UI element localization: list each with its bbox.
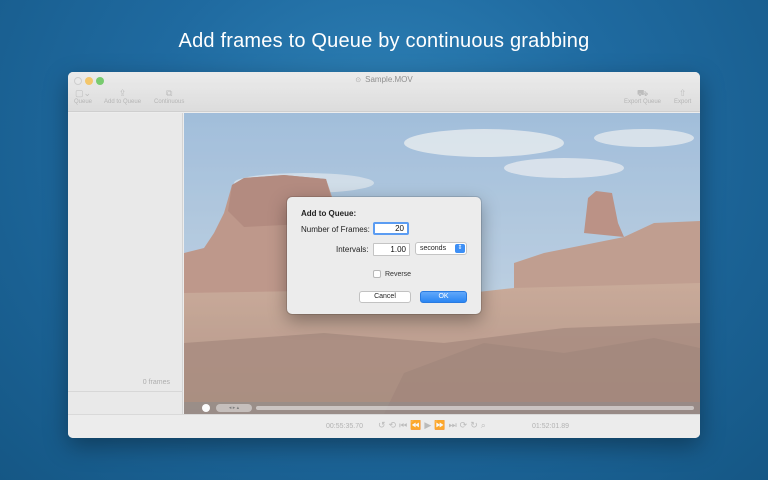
dialog-title: Add to Queue: bbox=[301, 209, 357, 218]
reverse-label: Reverse bbox=[385, 270, 412, 278]
updown-arrows-icon: ⇕ bbox=[455, 244, 465, 253]
intervals-field[interactable] bbox=[373, 243, 410, 256]
frames-label: Number of Frames: bbox=[301, 225, 370, 234]
page-headline: Add frames to Queue by continuous grabbi… bbox=[178, 30, 590, 52]
add-to-queue-dialog: Add to Queue: Number of Frames: Interval… bbox=[287, 197, 481, 314]
interval-unit-value: seconds bbox=[420, 245, 447, 252]
frames-field[interactable] bbox=[373, 222, 409, 235]
interval-unit-select[interactable]: seconds ⇕ bbox=[415, 242, 467, 255]
intervals-label: Intervals: bbox=[336, 245, 369, 254]
reverse-checkbox[interactable] bbox=[373, 270, 381, 278]
ok-button[interactable]: OK bbox=[420, 291, 467, 303]
cancel-button[interactable]: Cancel bbox=[359, 291, 411, 303]
reverse-option[interactable]: Reverse bbox=[373, 270, 411, 278]
